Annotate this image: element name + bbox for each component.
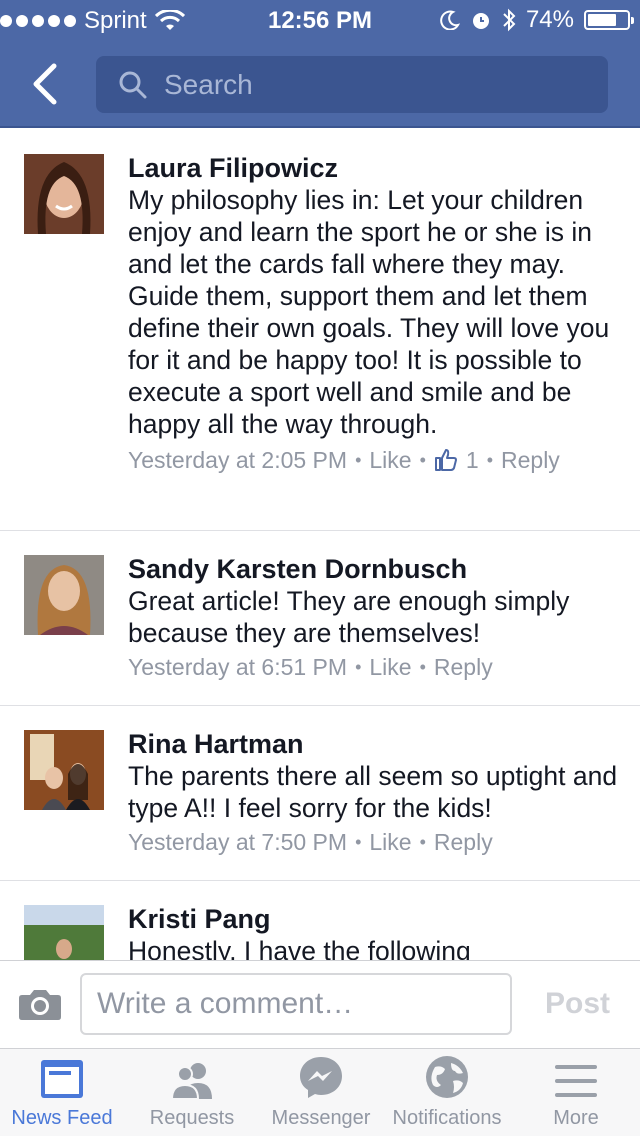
comment-text: Honestly, I have the following [128, 936, 471, 960]
separator-dot: • [419, 450, 426, 470]
separator-dot: • [419, 657, 426, 677]
comment-item: Sandy Karsten Dornbusch Great article! T… [0, 531, 640, 706]
separator-dot: • [486, 450, 493, 470]
avatar[interactable] [24, 555, 104, 635]
battery-icon [584, 10, 634, 30]
back-button[interactable] [26, 60, 66, 108]
tab-label: Messenger [271, 1107, 371, 1129]
battery-level [588, 14, 616, 26]
reply-button[interactable]: Reply [434, 826, 493, 858]
tab-requests[interactable]: Requests [130, 1049, 254, 1137]
tab-label: News Feed [11, 1107, 113, 1129]
comment-meta: Yesterday at 7:50 PM • Like • Reply [128, 826, 620, 858]
menu-icon [555, 1065, 597, 1097]
commenter-name[interactable]: Kristi Pang [128, 903, 620, 935]
reply-button[interactable]: Reply [501, 444, 560, 476]
thumbs-up-icon [434, 449, 457, 471]
comment-time[interactable]: Yesterday at 7:50 PM [128, 826, 347, 858]
avatar[interactable] [24, 905, 104, 960]
commenter-name[interactable]: Rina Hartman [128, 728, 620, 760]
status-bar: Sprint 12:56 PM 74% [0, 0, 640, 40]
comment-meta: Yesterday at 6:51 PM • Like • Reply [128, 651, 620, 683]
tab-label: Notifications [392, 1107, 502, 1129]
comment-time[interactable]: Yesterday at 6:51 PM [128, 651, 347, 683]
comments-list: Laura Filipowicz My philosophy lies in: … [0, 130, 640, 960]
comment-text: Great article! They are enough simply be… [128, 586, 570, 648]
comment-input[interactable] [80, 973, 512, 1035]
tab-label: More [553, 1107, 599, 1129]
like-count-value: 1 [465, 447, 479, 473]
chevron-left-icon [33, 63, 57, 105]
comment-item: Laura Filipowicz My philosophy lies in: … [0, 130, 640, 531]
separator-dot: • [355, 450, 362, 470]
alarm-icon [472, 13, 489, 29]
post-button[interactable]: Post [545, 987, 610, 1021]
comment-time[interactable]: Yesterday at 2:05 PM [128, 444, 347, 476]
avatar[interactable] [24, 154, 104, 234]
tab-more[interactable]: More [516, 1049, 636, 1137]
battery-percent: 74% [525, 6, 574, 33]
like-button[interactable]: Like [369, 651, 411, 683]
comment-text: The parents there all seem so uptight an… [128, 761, 618, 823]
like-button[interactable]: Like [369, 826, 411, 858]
tab-label: Requests [149, 1107, 235, 1129]
news-feed-icon [41, 1060, 83, 1098]
separator-dot: • [355, 657, 362, 677]
messenger-icon [300, 1057, 342, 1098]
tab-news-feed[interactable]: News Feed [0, 1049, 124, 1137]
search-icon [119, 71, 147, 98]
commenter-name[interactable]: Sandy Karsten Dornbusch [128, 553, 620, 585]
commenter-name[interactable]: Laura Filipowicz [128, 152, 620, 184]
bluetooth-icon [503, 8, 516, 32]
avatar[interactable] [24, 730, 104, 810]
camera-icon[interactable] [18, 987, 62, 1021]
comment-text: My philosophy lies in: Let your children… [128, 185, 610, 439]
reply-button[interactable]: Reply [434, 651, 493, 683]
search-input[interactable] [162, 67, 586, 102]
like-count[interactable]: 1 [434, 444, 479, 476]
tab-messenger[interactable]: Messenger [264, 1049, 378, 1137]
moon-icon [440, 10, 460, 30]
separator-dot: • [355, 832, 362, 852]
search-bar[interactable] [96, 56, 608, 113]
tab-notifications[interactable]: Notifications [386, 1049, 508, 1137]
comment-composer: Post [0, 960, 640, 1048]
comment-item: Rina Hartman The parents there all seem … [0, 706, 640, 881]
like-button[interactable]: Like [369, 444, 411, 476]
nav-bar [0, 40, 640, 128]
separator-dot: • [419, 832, 426, 852]
globe-icon [426, 1056, 468, 1098]
tab-bar: News Feed Requests Messenger Notificatio… [0, 1048, 640, 1136]
status-right: 74% [440, 6, 634, 34]
comment-meta: Yesterday at 2:05 PM • Like • 1 • Reply [128, 444, 620, 476]
friend-requests-icon [170, 1063, 212, 1099]
comment-item: Kristi Pang Honestly, I have the followi… [0, 881, 640, 960]
